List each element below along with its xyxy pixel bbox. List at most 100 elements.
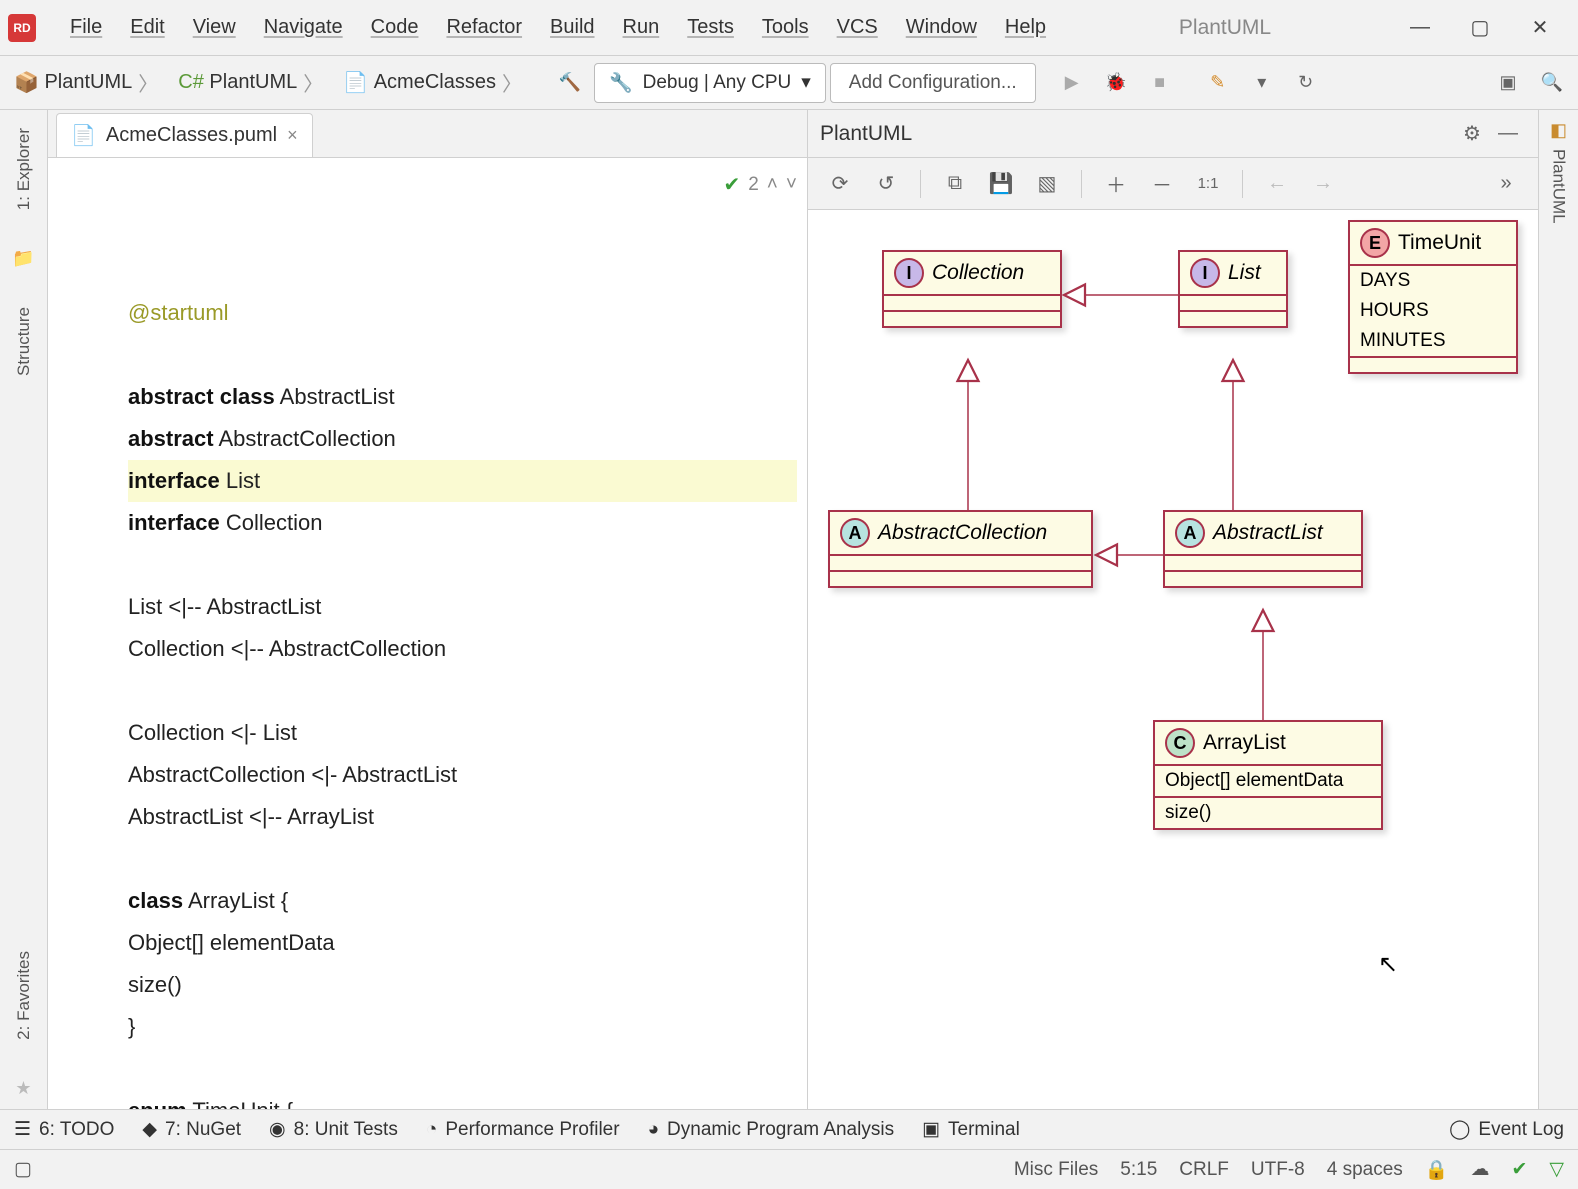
tool-windows-icon[interactable]: ▢	[14, 1158, 32, 1181]
tool-todo[interactable]: ☰6: TODO	[14, 1118, 114, 1141]
refresh-icon[interactable]: ↻	[1286, 63, 1326, 103]
diagram-canvas[interactable]: ICollection IList ETimeUnit DAYS HOURS M…	[808, 210, 1538, 1109]
code-line: List <|-- AbstractList	[128, 586, 797, 628]
eventlog-icon: ◯	[1449, 1118, 1470, 1141]
sidebar-tab-structure[interactable]: Structure	[10, 299, 38, 384]
right-gutter: ◧ PlantUML	[1538, 110, 1578, 1109]
menu-run[interactable]: Run	[609, 12, 674, 43]
code-line: enum TimeUnit {	[128, 1090, 797, 1109]
minimize-button[interactable]: —	[1390, 8, 1450, 48]
menu-tests[interactable]: Tests	[673, 12, 748, 43]
copy-icon[interactable]: ⧉	[937, 166, 973, 202]
code-line: abstract class AbstractList	[128, 376, 797, 418]
menu-view[interactable]: View	[179, 12, 250, 43]
sidebar-tab-plantuml[interactable]: PlantUML	[1545, 141, 1573, 232]
tool-dpa[interactable]: ◕Dynamic Program Analysis	[648, 1119, 895, 1141]
menu-code[interactable]: Code	[357, 12, 433, 43]
search-everywhere-icon[interactable]: 🔍	[1532, 63, 1572, 103]
nav-forward-icon[interactable]: →	[1305, 166, 1341, 202]
code-line: class ArrayList {	[128, 880, 797, 922]
mouse-cursor-icon: ↖	[1378, 950, 1398, 979]
csharp-project-icon: C#	[178, 71, 204, 94]
status-encoding[interactable]: UTF-8	[1251, 1159, 1305, 1181]
build-hammer-icon[interactable]: 🔨	[550, 63, 590, 103]
zoom-in-icon[interactable]: ＋	[1098, 166, 1134, 202]
chevron-up-icon[interactable]: ˄	[767, 164, 778, 206]
code-line	[128, 670, 797, 712]
menu-vcs[interactable]: VCS	[823, 12, 892, 43]
minimize-panel-icon[interactable]: —	[1490, 116, 1526, 152]
maximize-button[interactable]: ▢	[1450, 8, 1510, 48]
close-tab-icon[interactable]: ×	[287, 125, 298, 146]
folder-icon[interactable]: 📁	[12, 248, 34, 269]
code-line: AbstractList <|-- ArrayList	[128, 796, 797, 838]
zoom-out-icon[interactable]: －	[1144, 166, 1180, 202]
nav-back-icon[interactable]: ←	[1259, 166, 1295, 202]
editor-tab[interactable]: 📄 AcmeClasses.puml ×	[56, 113, 313, 157]
save-icon[interactable]: 💾	[983, 166, 1019, 202]
enum-badge-icon: E	[1360, 228, 1390, 258]
chevron-down-icon[interactable]: ˅	[786, 164, 797, 206]
menu-refactor[interactable]: Refactor	[432, 12, 536, 43]
check-status-icon[interactable]: ✔	[1511, 1158, 1527, 1181]
breadcrumb[interactable]: C# PlantUML	[170, 66, 331, 99]
plantuml-tool-icon[interactable]: ◧	[1550, 120, 1567, 141]
tool-terminal[interactable]: ▣Terminal	[922, 1118, 1020, 1141]
code-line	[128, 838, 797, 880]
tool-perf-profiler[interactable]: ◔Performance Profiler	[426, 1119, 620, 1141]
reload-icon[interactable]: ↺	[868, 166, 904, 202]
menu-build[interactable]: Build	[536, 12, 608, 43]
add-configuration-button[interactable]: Add Configuration...	[830, 63, 1036, 103]
menu-navigate[interactable]: Navigate	[250, 12, 357, 43]
gear-icon[interactable]: ⚙	[1454, 116, 1490, 152]
sync-icon[interactable]: ☁	[1470, 1158, 1489, 1181]
chevron-down-icon[interactable]: ▾	[1242, 63, 1282, 103]
code-line: AbstractCollection <|- AbstractList	[128, 754, 797, 796]
tool-event-log[interactable]: ◯Event Log	[1449, 1118, 1564, 1141]
menu-edit[interactable]: Edit	[116, 12, 178, 43]
zoom-reset-icon[interactable]: 1:1	[1190, 166, 1226, 202]
editor-tabs: 📄 AcmeClasses.puml ×	[48, 110, 807, 158]
preview-toolbar: ⟳ ↺ ⧉ 💾 ▧ ＋ － 1:1 ← → »	[808, 158, 1538, 210]
window-title: PlantUML	[1179, 16, 1271, 40]
shield-icon[interactable]: ▽	[1549, 1158, 1564, 1181]
run-icon[interactable]: ▶	[1052, 63, 1092, 103]
interface-badge-icon: I	[1190, 258, 1220, 288]
code-line: abstract AbstractCollection	[128, 418, 797, 460]
sidebar-tab-explorer[interactable]: 1: Explorer	[10, 120, 38, 218]
more-icon[interactable]: »	[1488, 166, 1524, 202]
code-line: size()	[128, 964, 797, 1006]
status-line-ending[interactable]: CRLF	[1179, 1159, 1229, 1181]
nuget-icon: ◆	[142, 1118, 157, 1141]
inspection-widget[interactable]: ✔ 2 ˄ ˅	[723, 164, 797, 206]
main-area: 1: Explorer 📁 Structure 2: Favorites ★ 📄…	[0, 110, 1578, 1109]
stop-icon[interactable]: ■	[1140, 63, 1180, 103]
terminal-icon: ▣	[922, 1118, 940, 1141]
sidebar-tab-favorites[interactable]: 2: Favorites	[10, 943, 38, 1048]
menu-help[interactable]: Help	[991, 12, 1060, 43]
status-indent[interactable]: 4 spaces	[1327, 1159, 1403, 1181]
code-line: }	[128, 1006, 797, 1048]
refresh-icon[interactable]: ⟳	[822, 166, 858, 202]
editor-column: 📄 AcmeClasses.puml × ✔ 2 ˄ ˅ @startuml a…	[48, 110, 808, 1109]
menu-tools[interactable]: Tools	[748, 12, 823, 43]
breadcrumb[interactable]: 📄 AcmeClasses	[335, 66, 530, 99]
lock-icon[interactable]: 🔒	[1425, 1158, 1449, 1182]
breadcrumb[interactable]: 📦 PlantUML	[6, 66, 166, 99]
code-cleanup-icon[interactable]: ✎	[1198, 63, 1238, 103]
uml-class-abstractcollection: AAbstractCollection	[828, 510, 1093, 588]
code-line: interface List	[128, 460, 797, 502]
run-config-combo[interactable]: 🔧 Debug | Any CPU ▾	[594, 63, 826, 103]
play-window-icon[interactable]: ▣	[1488, 63, 1528, 103]
uml-class-arraylist: CArrayList Object[] elementData size()	[1153, 720, 1383, 830]
close-button[interactable]: ✕	[1510, 8, 1570, 48]
tool-unit-tests[interactable]: ◉8: Unit Tests	[269, 1118, 398, 1141]
open-external-icon[interactable]: ▧	[1029, 166, 1065, 202]
debug-icon[interactable]: 🐞	[1096, 63, 1136, 103]
menu-file[interactable]: File	[56, 12, 116, 43]
tool-nuget[interactable]: ◆7: NuGet	[142, 1118, 241, 1141]
bottom-toolbar: ☰6: TODO ◆7: NuGet ◉8: Unit Tests ◔Perfo…	[0, 1109, 1578, 1149]
status-caret-pos[interactable]: 5:15	[1120, 1159, 1157, 1181]
menu-window[interactable]: Window	[892, 12, 991, 43]
code-editor[interactable]: ✔ 2 ˄ ˅ @startuml abstract class Abstrac…	[118, 158, 807, 1109]
